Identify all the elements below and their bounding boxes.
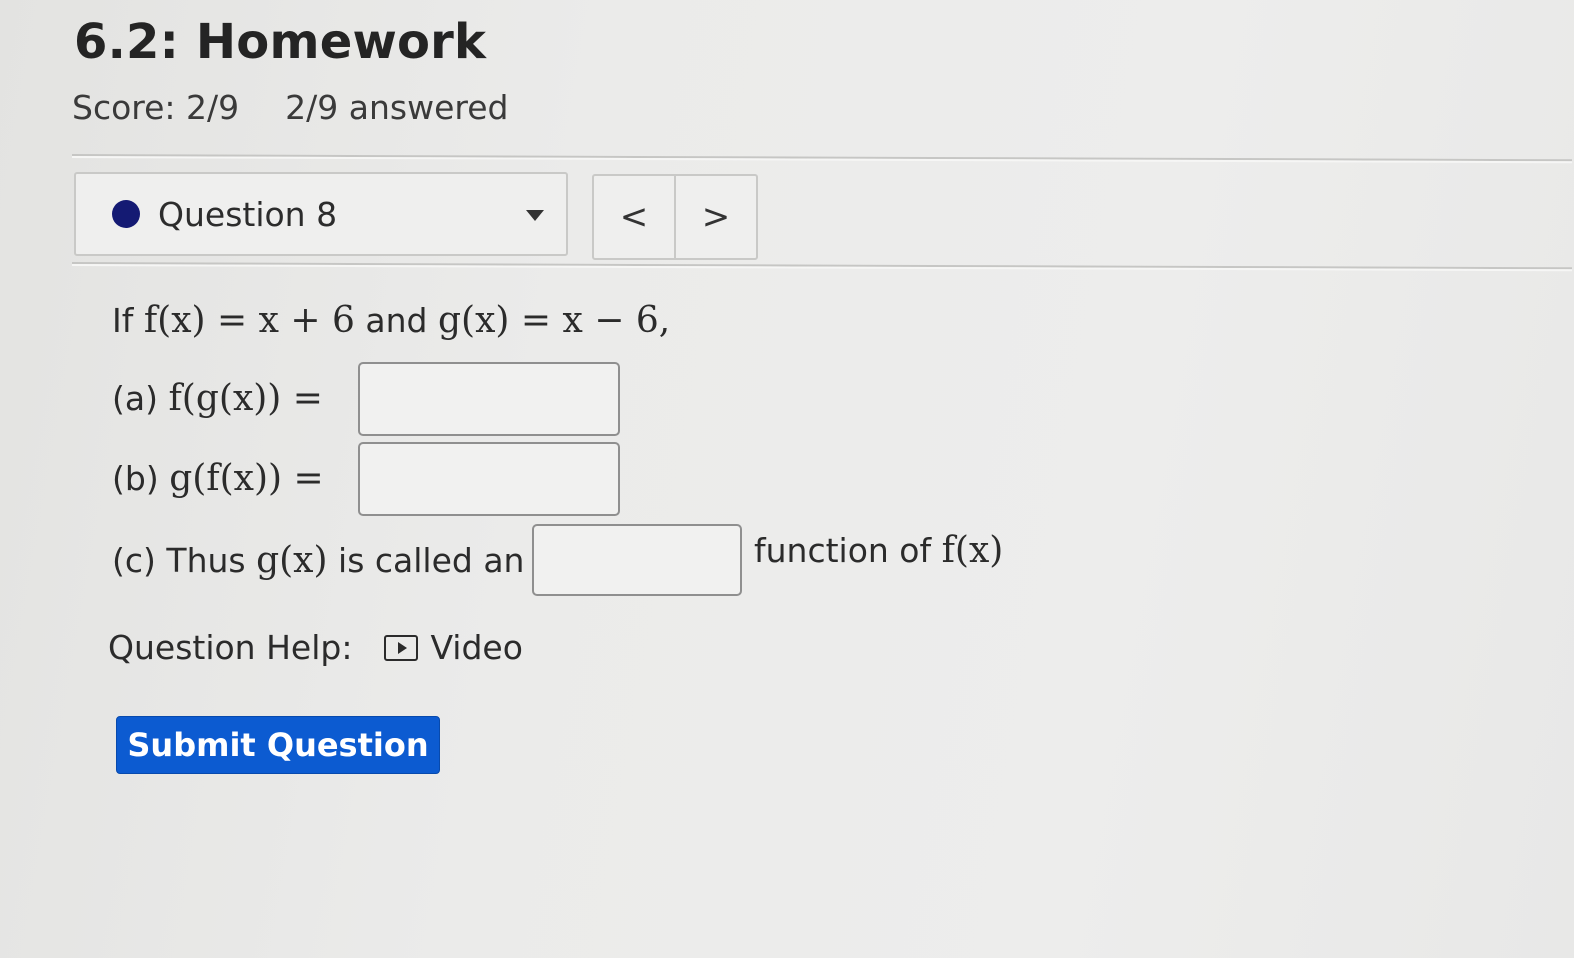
problem-intro-prefix: If xyxy=(112,301,134,340)
top-divider xyxy=(71,154,1572,164)
score-line: Score: 2/9 2/9 answered xyxy=(72,88,508,127)
part-c-suffix-text: function of xyxy=(754,531,932,570)
previous-question-button[interactable]: < xyxy=(594,176,676,258)
part-c-gx: g(x) xyxy=(256,539,328,581)
answered-count: 2/9 answered xyxy=(285,88,509,127)
question-help-label: Question Help: xyxy=(108,628,353,667)
video-help-label: Video xyxy=(430,628,523,667)
g-definition: g(x) = x − 6, xyxy=(437,300,671,341)
submit-question-button[interactable]: Submit Question xyxy=(116,716,440,774)
score-text: Score: 2/9 xyxy=(72,88,240,127)
part-a-row: (a) f(g(x)) = xyxy=(112,362,323,434)
part-c-fx: f(x) xyxy=(941,530,1004,571)
part-a-answer-input[interactable] xyxy=(358,362,620,436)
part-b-label: (b) xyxy=(112,458,159,498)
part-c-thus: Thus xyxy=(166,540,246,580)
page-title: 6.2: Homework xyxy=(74,14,487,70)
video-play-icon xyxy=(384,634,419,661)
question-select[interactable]: Question 8 xyxy=(74,172,568,256)
question-status-dot xyxy=(112,200,140,228)
next-question-button[interactable]: > xyxy=(676,176,756,258)
part-a-expression: f(g(x)) = xyxy=(168,377,323,419)
question-select-label: Question 8 xyxy=(158,194,338,234)
part-b-expression: g(f(x)) = xyxy=(169,457,324,499)
part-c-suffix: function of f(x) xyxy=(754,530,1003,571)
question-nav-group: < > xyxy=(592,174,758,260)
question-help: Question Help: Video xyxy=(108,628,523,667)
part-c-label: (c) xyxy=(112,540,156,580)
problem-statement: If f(x) = x + 6 and g(x) = x − 6, xyxy=(112,300,670,341)
part-c-row: (c) Thus g(x) is called an xyxy=(112,524,524,596)
f-definition: f(x) = x + 6 xyxy=(143,300,355,341)
problem-intro-joiner: and xyxy=(365,301,428,340)
part-c-mid-text: is called an xyxy=(338,540,525,580)
part-b-answer-input[interactable] xyxy=(358,442,620,516)
dropdown-caret-icon xyxy=(526,210,544,221)
part-c-answer-input[interactable] xyxy=(532,524,742,596)
chevron-right-icon: > xyxy=(701,197,731,237)
bottom-divider xyxy=(71,262,1572,272)
part-a-label: (a) xyxy=(112,378,158,418)
video-help-link[interactable]: Video xyxy=(384,628,523,667)
chevron-left-icon: < xyxy=(619,197,649,237)
part-b-row: (b) g(f(x)) = xyxy=(112,442,324,514)
